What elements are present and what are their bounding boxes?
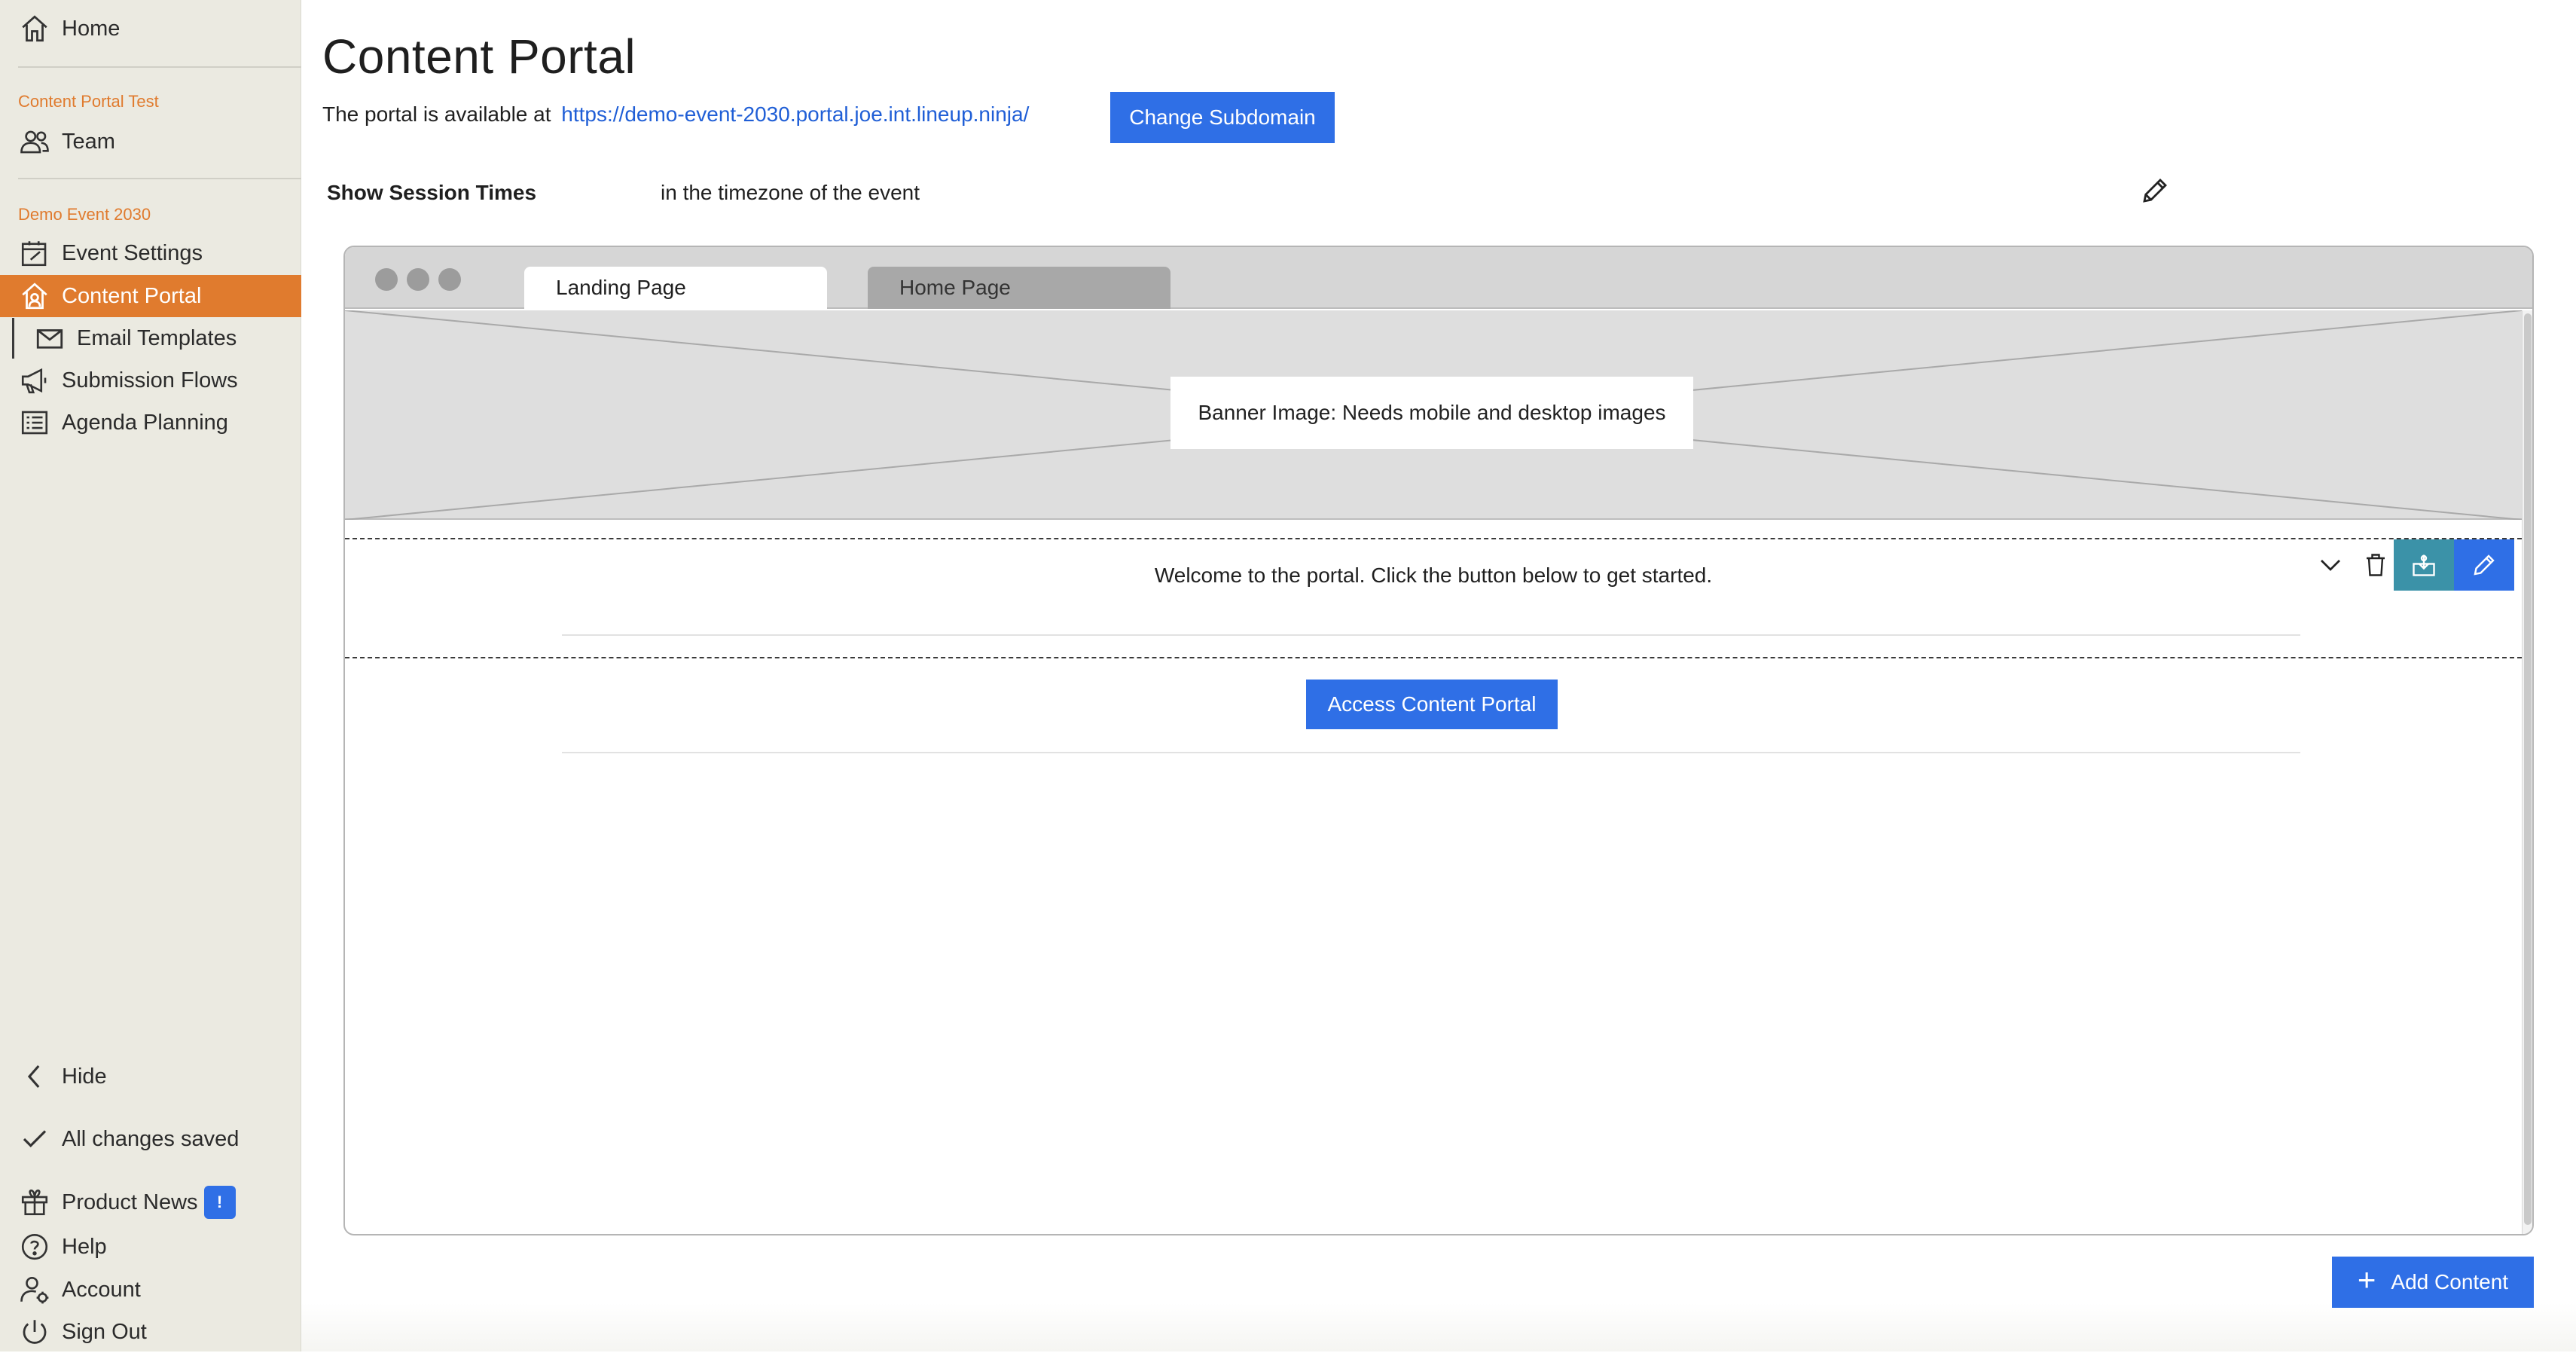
sidebar-item-home[interactable]: Home [0,8,301,50]
sidebar-item-content-portal[interactable]: Content Portal [0,275,301,317]
chevron-left-icon [18,1060,51,1093]
banner-label: Banner Image: Needs mobile and desktop i… [1170,377,1693,449]
sidebar-hide-button[interactable]: Hide [0,1055,301,1098]
megaphone-icon [18,364,51,397]
save-status: All changes saved [0,1118,301,1160]
add-content-label: Add Content [2391,1270,2509,1293]
sidebar-item-label: Help [62,1234,107,1259]
sidebar-item-label: Email Templates [77,325,237,350]
sidebar-item-account[interactable]: Account [0,1269,301,1311]
event-label: Demo Event 2030 [18,205,151,224]
gift-icon [18,1186,51,1219]
news-badge: ! [203,1186,236,1219]
session-times-value: in the timezone of the event [661,181,920,204]
plus-icon: + [2357,1262,2376,1297]
portal-availability: The portal is available at https://demo-… [322,102,1029,127]
window-dot [375,268,398,291]
page-title: Content Portal [322,29,636,84]
account-gear-icon [18,1273,51,1306]
browser-tab-bar: Landing Page Home Page [345,247,2532,309]
sidebar-item-submission-flows[interactable]: Submission Flows [0,359,301,402]
tab-landing-page[interactable]: Landing Page [524,267,827,309]
sidebar-item-label: Account [62,1277,141,1302]
sidebar-divider [18,66,301,68]
save-block-icon [2413,554,2435,576]
sidebar-item-label: Content Portal [62,283,202,308]
help-circle-icon [18,1230,51,1263]
sidebar-item-label: Team [62,129,115,154]
pencil-icon[interactable] [2139,175,2171,206]
house-portal-icon [18,279,51,313]
sidebar-item-sign-out[interactable]: Sign Out [0,1311,301,1353]
sidebar-item-label: Agenda Planning [62,410,228,435]
save-status-text: All changes saved [62,1126,240,1151]
sidebar-item-label: Sign Out [62,1319,147,1344]
sidebar-item-help[interactable]: Help [0,1226,301,1268]
portal-url-link[interactable]: https://demo-event-2030.portal.joe.int.l… [561,102,1029,126]
portal-prefix: The portal is available at [322,102,551,126]
home-icon [18,12,51,45]
sidebar-item-label: Event Settings [62,240,203,265]
change-subdomain-button[interactable]: Change Subdomain [1110,92,1335,143]
calendar-edit-icon [18,237,51,270]
sidebar-item-product-news[interactable]: Product News ! [0,1181,301,1223]
sidebar-item-label: Submission Flows [62,368,238,392]
sidebar-item-label: Product News [62,1190,198,1214]
sidebar-item-agenda-planning[interactable]: Agenda Planning [0,402,301,444]
access-content-portal-button[interactable]: Access Content Portal [1306,680,1558,729]
session-times-label: Show Session Times [327,181,537,204]
chevron-down-icon [2321,560,2340,571]
save-block-button[interactable] [2394,539,2454,591]
envelope-icon [33,322,66,355]
check-icon [18,1122,51,1156]
preview-scrollbar[interactable] [2522,310,2532,1234]
bottom-fade [301,1303,2576,1351]
banner-image-placeholder[interactable]: Banner Image: Needs mobile and desktop i… [345,310,2522,520]
add-content-button[interactable]: + Add Content [2332,1257,2534,1308]
team-icon [18,125,51,158]
block-divider [562,752,2300,753]
welcome-text: Welcome to the portal. Click the button … [1154,563,1713,587]
sidebar-item-email-templates[interactable]: Email Templates [0,317,301,359]
sidebar-item-event-settings[interactable]: Event Settings [0,232,301,274]
portal-preview-frame: Landing Page Home Page Banner Image: Nee… [343,246,2534,1235]
tab-home-page[interactable]: Home Page [868,267,1170,309]
sidebar-divider [18,178,301,179]
welcome-text-block[interactable]: Welcome to the portal. Click the button … [345,538,2522,658]
edit-block-button[interactable] [2454,539,2514,591]
pencil-icon [2474,554,2495,576]
sidebar-item-team[interactable]: Team [0,121,301,163]
window-dot [438,268,461,291]
power-icon [18,1315,51,1348]
trash-icon [2367,554,2385,576]
list-icon [18,406,51,439]
scrollbar-thumb[interactable] [2524,313,2532,1225]
org-label: Content Portal Test [18,92,159,111]
sidebar-item-label: Home [62,16,121,41]
sidebar: Home Content Portal Test Team Demo Event… [0,0,301,1351]
hide-label: Hide [62,1064,107,1089]
collapse-block-button[interactable] [2300,539,2361,591]
block-divider [562,634,2300,636]
delete-block-button[interactable] [2358,539,2394,591]
window-dot [407,268,429,291]
